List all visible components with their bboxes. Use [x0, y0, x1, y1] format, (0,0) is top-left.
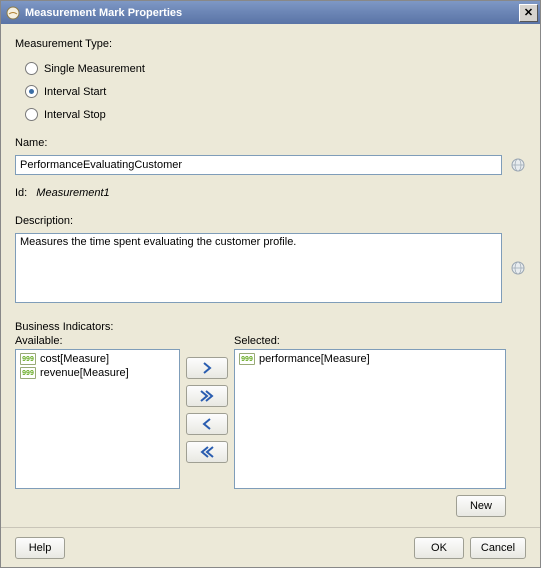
move-all-left-button[interactable] [186, 441, 228, 463]
cancel-button[interactable]: Cancel [470, 537, 526, 559]
id-label: Id: [15, 187, 27, 199]
ok-button[interactable]: OK [414, 537, 464, 559]
help-button[interactable]: Help [15, 537, 65, 559]
app-icon [5, 5, 21, 21]
description-input[interactable] [15, 233, 502, 303]
radio-label: Interval Start [44, 86, 106, 98]
move-all-right-button[interactable] [186, 385, 228, 407]
move-left-button[interactable] [186, 413, 228, 435]
list-item[interactable]: 999 cost[Measure] [18, 352, 177, 366]
id-value: Measurement1 [36, 187, 109, 199]
globe-icon[interactable] [510, 260, 526, 276]
name-label: Name: [15, 137, 526, 149]
measure-icon: 999 [20, 353, 36, 365]
list-item-label: cost[Measure] [40, 353, 109, 365]
selected-listbox[interactable]: 999 performance[Measure] [234, 349, 506, 489]
new-button[interactable]: New [456, 495, 506, 517]
measure-icon: 999 [239, 353, 255, 365]
close-button[interactable]: ✕ [519, 4, 538, 22]
list-item-label: performance[Measure] [259, 353, 370, 365]
radio-icon [25, 108, 38, 121]
move-right-button[interactable] [186, 357, 228, 379]
radio-interval-stop[interactable]: Interval Stop [25, 108, 526, 121]
radio-icon [25, 85, 38, 98]
list-item-label: revenue[Measure] [40, 367, 129, 379]
radio-single-measurement[interactable]: Single Measurement [25, 62, 526, 75]
name-input[interactable] [15, 155, 502, 175]
available-label: Available: [15, 335, 180, 347]
list-item[interactable]: 999 revenue[Measure] [18, 366, 177, 380]
radio-label: Interval Stop [44, 109, 106, 121]
measure-icon: 999 [20, 367, 36, 379]
radio-interval-start[interactable]: Interval Start [25, 85, 526, 98]
available-listbox[interactable]: 999 cost[Measure] 999 revenue[Measure] [15, 349, 180, 489]
radio-icon [25, 62, 38, 75]
selected-label: Selected: [234, 335, 506, 347]
radio-label: Single Measurement [44, 63, 145, 75]
globe-icon[interactable] [510, 157, 526, 173]
list-item[interactable]: 999 performance[Measure] [237, 352, 503, 366]
business-indicators-label: Business Indicators: [15, 321, 526, 333]
description-label: Description: [15, 215, 526, 227]
window-title: Measurement Mark Properties [25, 7, 519, 19]
measurement-type-label: Measurement Type: [15, 38, 526, 50]
